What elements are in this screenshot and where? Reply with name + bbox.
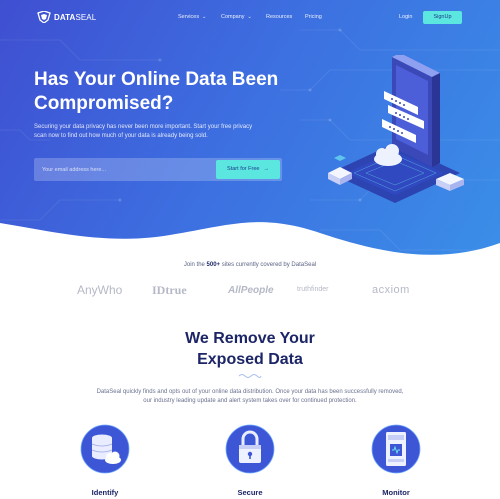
hero-wave-divider xyxy=(0,222,500,270)
brand-name-bold: DATA xyxy=(54,12,76,22)
database-cloud-icon xyxy=(80,424,130,474)
top-navigation: DATASEAL Services ⌄ Company ⌄ Resources Pr… xyxy=(0,0,500,36)
coverage-count: 500+ xyxy=(206,262,221,268)
nav-resources[interactable]: Resources xyxy=(266,14,292,20)
coverage-prefix: Join the xyxy=(183,262,205,268)
feature-identify-label: Identify xyxy=(91,488,119,497)
squiggle-divider xyxy=(238,374,262,378)
start-for-free-label: Start for Free xyxy=(227,166,260,172)
feature-secure-label: Secure xyxy=(237,488,263,497)
nav-services[interactable]: Services ⌄ xyxy=(178,14,206,20)
login-link[interactable]: Login xyxy=(399,14,412,20)
coverage-suffix: sites currently covered by DataSeal xyxy=(221,262,317,268)
chevron-down-icon: ⌄ xyxy=(247,14,252,20)
nav-pricing[interactable]: Pricing xyxy=(305,14,322,20)
nav-services-label: Services xyxy=(178,14,200,20)
arrow-right-icon: → xyxy=(263,166,269,172)
coverage-statement: Join the 500+ sites currently covered by… xyxy=(0,262,500,268)
section-description: DataSeal quickly finds and opts out of y… xyxy=(96,389,404,404)
client-logo-anywho: AnyWho xyxy=(77,283,123,297)
padlock-icon xyxy=(225,424,275,474)
section-title: We Remove Your Exposed Data xyxy=(0,328,500,370)
email-input[interactable] xyxy=(42,165,202,174)
brand-name-thin: SEAL xyxy=(75,12,97,22)
brand-logo[interactable]: DATASEAL xyxy=(37,11,96,23)
section-title-line1: We Remove Your xyxy=(185,330,315,347)
client-logo-truthfinder: truthfinder xyxy=(297,286,329,293)
nav-company[interactable]: Company ⌄ xyxy=(221,14,252,20)
client-logo-allpeople: AllPeople xyxy=(228,285,274,296)
client-logo-idtrue: IDtrue xyxy=(152,283,187,297)
hero-subtitle: Securing your data privacy has never bee… xyxy=(34,124,253,139)
feature-monitor-label: Monitor xyxy=(382,488,410,497)
signup-button[interactable]: SignUp xyxy=(423,11,462,24)
start-for-free-button[interactable]: Start for Free → xyxy=(216,160,280,179)
chevron-down-icon: ⌄ xyxy=(202,14,207,20)
brand-name: DATASEAL xyxy=(54,13,96,22)
server-security-illustration xyxy=(328,55,464,203)
client-logo-acxiom: acxiom xyxy=(372,284,410,296)
nav-company-label: Company xyxy=(221,14,245,20)
hero-title: Has Your Online Data Been Compromised? xyxy=(34,69,279,114)
server-monitor-icon xyxy=(371,424,421,474)
seal-shield-icon xyxy=(37,11,51,23)
section-title-line2: Exposed Data xyxy=(197,351,303,368)
